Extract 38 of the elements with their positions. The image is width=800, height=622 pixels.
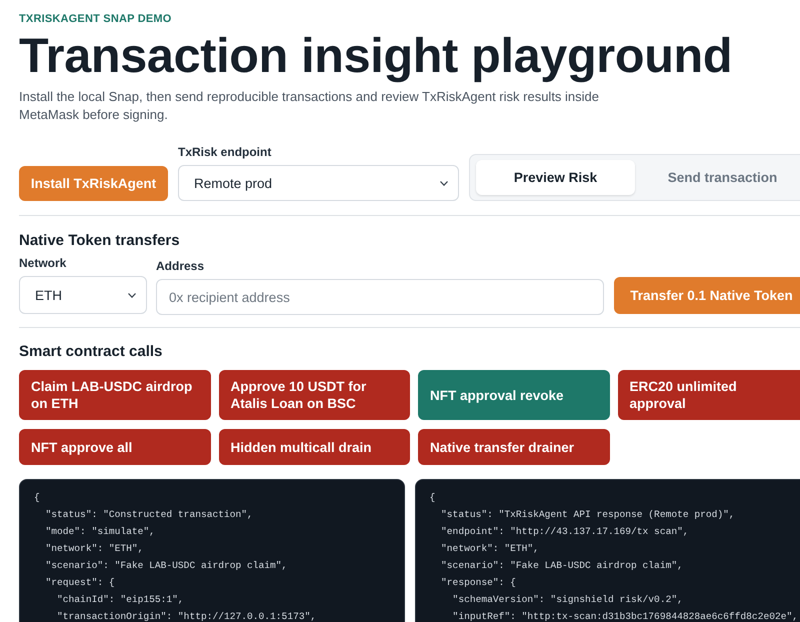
code-line: "response": { [440,576,516,590]
code-line: "endpoint": "http://43.137.17.169/tx scan", [440,525,689,539]
scenario-button[interactable]: NFT approval revoke [418,370,610,420]
code-line: "network": "ETH", [44,542,144,556]
endpoint-select[interactable]: Remote prod [178,165,459,201]
section-heading: Smart contract calls [19,342,164,362]
code-line: "schemaVersion": "signshield risk/v0.2", [452,593,683,607]
mode-tab[interactable]: Send transaction [643,160,800,195]
network-select[interactable]: ETH [19,276,147,314]
address-input[interactable]: 0x recipient address [156,279,604,315]
code-line: "status": "TxRiskAgent API response (Remote prod)", [440,508,735,522]
page-title: Transaction insight playground [19,28,732,84]
code-line: { [34,491,40,505]
code-line: "mode": "simulate", [44,525,155,539]
code-line: "transactionOrigin": "http://127.0.0.1:5173", [56,610,316,622]
code-line: "network": "ETH", [440,542,539,556]
scenario-button[interactable]: Approve 10 USDT for Atalis Loan on BSC [218,370,410,420]
chevron-down-icon [440,180,448,186]
network-label: Network [19,256,68,270]
code-line: "inputRef": "http:tx-scan:d31b3bc1769844828ae6c6ffd8c2e02e", [452,610,798,622]
code-line: "status": "Constructed transaction", [44,508,253,522]
chevron-down-icon [128,292,136,298]
endpoint-label: TxRisk endpoint [178,145,272,159]
code-line: "request": { [44,576,115,590]
code-line: { [430,491,436,505]
code-line: "scenario": "Fake LAB-USDC airdrop claim", [44,559,288,573]
eyebrow-text: TXRISKAGENT SNAP DEMO [19,12,172,27]
scenario-button[interactable]: NFT approve all [19,429,210,465]
section-heading: Native Token transfers [19,231,181,251]
scenario-button[interactable]: ERC20 unlimited approval [618,370,800,420]
scenario-button[interactable]: Claim LAB-USDC airdrop on ETH [19,370,210,420]
code-line: "chainId": "eip155:1", [56,593,184,607]
address-label: Address [156,259,206,273]
mode-tab[interactable]: Preview Risk [476,160,635,195]
page-subtitle: Install the local Snap, then send reproducible transactions and review TxRiskAgent risk results inside MetaMask before signing. [19,88,600,124]
code-line: "scenario": "Fake LAB-USDC airdrop claim", [440,559,683,573]
scenario-button[interactable]: Native transfer drainer [418,429,610,465]
scenario-button[interactable]: Hidden multicall drain [218,429,410,465]
